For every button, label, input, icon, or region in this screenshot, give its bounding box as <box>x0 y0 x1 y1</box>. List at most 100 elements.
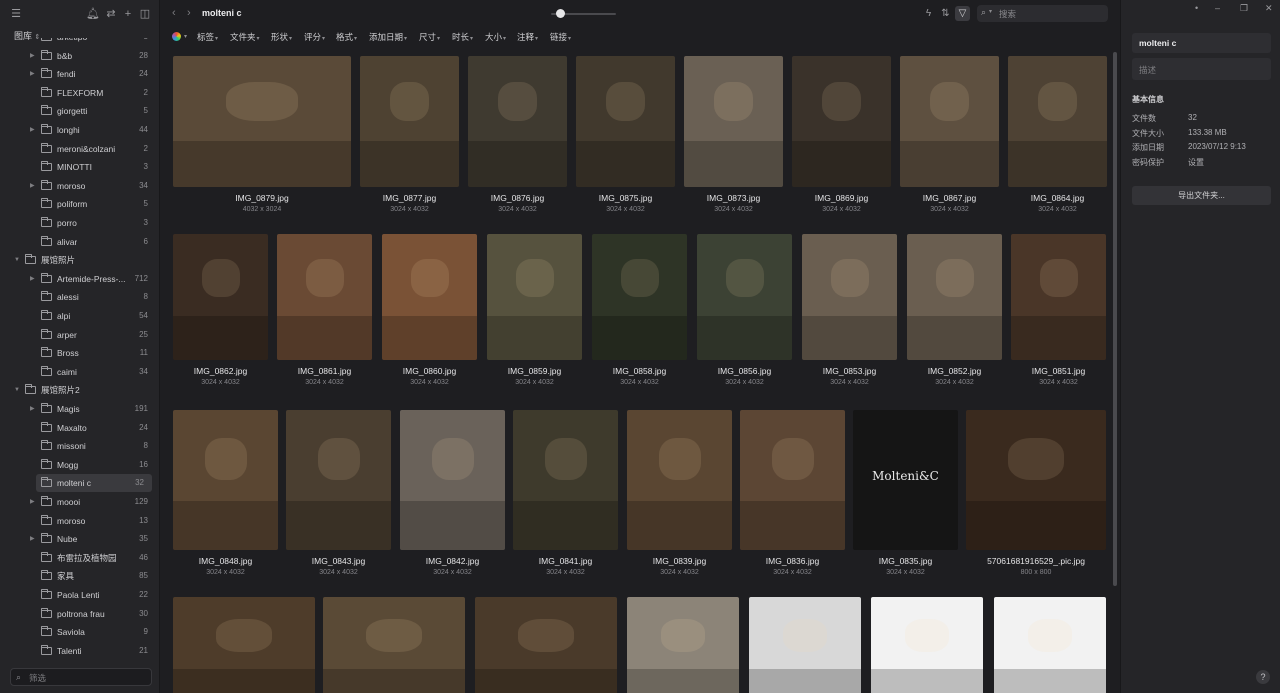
filter-8-dropdown[interactable]: 大小▾ <box>485 31 506 43</box>
thumbnail-image[interactable] <box>487 234 582 360</box>
search-box[interactable]: ⌕ ▾ <box>977 5 1108 22</box>
thumbnail-image[interactable] <box>994 597 1106 693</box>
sidebar-item-b-b[interactable]: ▶ b&b 28 <box>0 47 156 65</box>
thumbnail-image[interactable] <box>277 234 372 360</box>
thumbnail-image[interactable] <box>749 597 861 693</box>
add-icon[interactable]: + <box>121 7 135 21</box>
sidebar-item-fendi[interactable]: ▶ fendi 24 <box>0 65 156 83</box>
filter-4-dropdown[interactable]: 格式▾ <box>336 31 357 43</box>
sidebar-item-moroso[interactable]: ▶ moroso 34 <box>0 177 156 195</box>
filter-3-dropdown[interactable]: 评分▾ <box>304 31 325 43</box>
sidebar-item-giorgetti[interactable]: giorgetti 5 <box>0 102 156 120</box>
thumbnail-image[interactable] <box>966 410 1106 550</box>
description-field[interactable]: 描述 <box>1132 58 1271 80</box>
thumbnail-image[interactable] <box>360 56 459 187</box>
thumbnail-image[interactable] <box>468 56 567 187</box>
thumbnail-image[interactable] <box>475 597 617 693</box>
sidebar-item-paola-lenti[interactable]: Paola Lenti 22 <box>0 586 156 604</box>
filter-7-dropdown[interactable]: 时长▾ <box>452 31 473 43</box>
thumbnail-image[interactable] <box>576 56 675 187</box>
thumbnail-image[interactable] <box>871 597 983 693</box>
thumbnail-image[interactable] <box>592 234 687 360</box>
chevron-down-icon[interactable]: ▼ <box>14 381 22 399</box>
thumbnail-image[interactable] <box>1008 56 1107 187</box>
sidebar-item-展馆照片[interactable]: ▼ 展馆照片 <box>0 251 156 269</box>
filter-2-dropdown[interactable]: 形状▾ <box>271 31 292 43</box>
sidebar-item-magis[interactable]: ▶ Magis 191 <box>0 400 156 418</box>
thumbnail-image[interactable] <box>173 234 268 360</box>
sidebar-item-alessi[interactable]: alessi 8 <box>0 288 156 306</box>
thumbnail-image[interactable] <box>627 597 739 693</box>
grid-scrollbar[interactable] <box>1113 52 1117 586</box>
chevron-right-icon[interactable]: ▶ <box>30 177 38 195</box>
folder-name-field[interactable]: molteni c <box>1132 33 1271 53</box>
thumbnail-image[interactable]: Molteni&C <box>853 410 958 550</box>
sidebar-filter[interactable]: ⌕ <box>10 668 152 686</box>
filter-6-dropdown[interactable]: 尺寸▾ <box>419 31 440 43</box>
export-folder-button[interactable]: 导出文件夹... <box>1132 186 1271 205</box>
sidebar-item-poltrona-frau[interactable]: poltrona frau 30 <box>0 605 156 623</box>
zoom-slider-handle[interactable] <box>556 9 565 18</box>
chevron-down-icon[interactable]: ▼ <box>14 251 22 269</box>
thumbnail-image[interactable] <box>323 597 465 693</box>
thumbnail-image[interactable] <box>382 234 477 360</box>
chevron-right-icon[interactable]: ▶ <box>30 65 38 83</box>
filter-5-dropdown[interactable]: 添加日期▾ <box>369 31 407 43</box>
sidebar-item-nube[interactable]: ▶ Nube 35 <box>0 530 156 548</box>
thumbnail-image[interactable] <box>684 56 783 187</box>
thumbnail-image[interactable] <box>513 410 618 550</box>
sidebar-item-bross[interactable]: Bross 11 <box>0 344 156 362</box>
help-button[interactable]: ? <box>1256 670 1270 684</box>
sidebar-item-moroso[interactable]: moroso 13 <box>0 512 156 530</box>
filter-input[interactable] <box>29 671 147 684</box>
sidebar-item-porro[interactable]: porro 3 <box>0 214 156 232</box>
sidebar-item-展馆照片2[interactable]: ▼ 展馆照片2 <box>0 381 156 399</box>
sidebar-item-poliform[interactable]: poliform 5 <box>0 195 156 213</box>
sidebar-item-talenti[interactable]: Talenti 21 <box>0 642 156 660</box>
chevron-right-icon[interactable]: ▶ <box>30 530 38 548</box>
chevron-right-icon[interactable]: ▶ <box>30 400 38 418</box>
forward-icon[interactable]: › <box>187 7 191 19</box>
thumbnail-image[interactable] <box>173 597 315 693</box>
flash-icon[interactable]: ϟ <box>921 6 936 21</box>
sidebar-item-布雷拉及植物园[interactable]: 布雷拉及植物园 46 <box>0 549 156 567</box>
chevron-right-icon[interactable]: ▶ <box>30 270 38 288</box>
thumbnail-image[interactable] <box>907 234 1002 360</box>
sidebar-item-longhi[interactable]: ▶ longhi 44 <box>0 121 156 139</box>
filter-10-dropdown[interactable]: 链接▾ <box>550 31 571 43</box>
thumbnail-image[interactable] <box>627 410 732 550</box>
thumbnail-image[interactable] <box>400 410 505 550</box>
sidebar-item-artemide-press-[interactable]: ▶ Artemide-Press-... 712 <box>0 270 156 288</box>
thumbnail-image[interactable] <box>900 56 999 187</box>
sidebar-item-alpi[interactable]: alpi 54 <box>0 307 156 325</box>
sidebar-item-missoni[interactable]: missoni 8 <box>0 437 156 455</box>
thumbnail-image[interactable] <box>173 56 351 187</box>
maximize-icon[interactable]: ❐ <box>1240 3 1248 14</box>
thumbnail-image[interactable] <box>740 410 845 550</box>
sort-icon[interactable]: ⇅ <box>938 6 953 21</box>
filter-icon[interactable]: ▽ <box>955 6 970 21</box>
sidebar-item-caimi[interactable]: caimi 34 <box>0 363 156 381</box>
pin-icon[interactable]: • <box>1195 3 1198 13</box>
sidebar-item-molteni-c[interactable]: molteni c 32 <box>36 474 152 493</box>
sidebar-item-meroni-colzani[interactable]: meroni&colzani 2 <box>0 140 156 158</box>
sidebar-item-minotti[interactable]: MINOTTI 3 <box>0 158 156 176</box>
filter-0-dropdown[interactable]: 标签▾ <box>197 31 218 43</box>
menu-icon[interactable]: ☰ <box>9 7 23 21</box>
back-icon[interactable]: ‹ <box>172 7 176 19</box>
panel-toggle-icon[interactable]: ◫ <box>138 7 152 21</box>
sync-icon[interactable]: ⇄ <box>104 7 118 21</box>
bell-icon[interactable]: 🔔︎ <box>86 7 100 21</box>
sidebar-item-alivar[interactable]: alivar 6 <box>0 233 156 251</box>
thumbnail-image[interactable] <box>1011 234 1106 360</box>
sidebar-item-flexform[interactable]: FLEXFORM 2 <box>0 84 156 102</box>
chevron-right-icon[interactable]: ▶ <box>30 493 38 511</box>
sidebar-item-maxalto[interactable]: Maxalto 24 <box>0 419 156 437</box>
close-icon[interactable]: ✕ <box>1265 3 1273 14</box>
thumbnail-image[interactable] <box>792 56 891 187</box>
sidebar-item-家具[interactable]: 家具 85 <box>0 567 156 585</box>
sidebar-item-arper[interactable]: arper 25 <box>0 326 156 344</box>
chevron-right-icon[interactable]: ▶ <box>30 38 38 46</box>
chevron-right-icon[interactable]: ▶ <box>30 47 38 65</box>
search-scope-chevron-icon[interactable]: ▾ <box>989 8 992 15</box>
